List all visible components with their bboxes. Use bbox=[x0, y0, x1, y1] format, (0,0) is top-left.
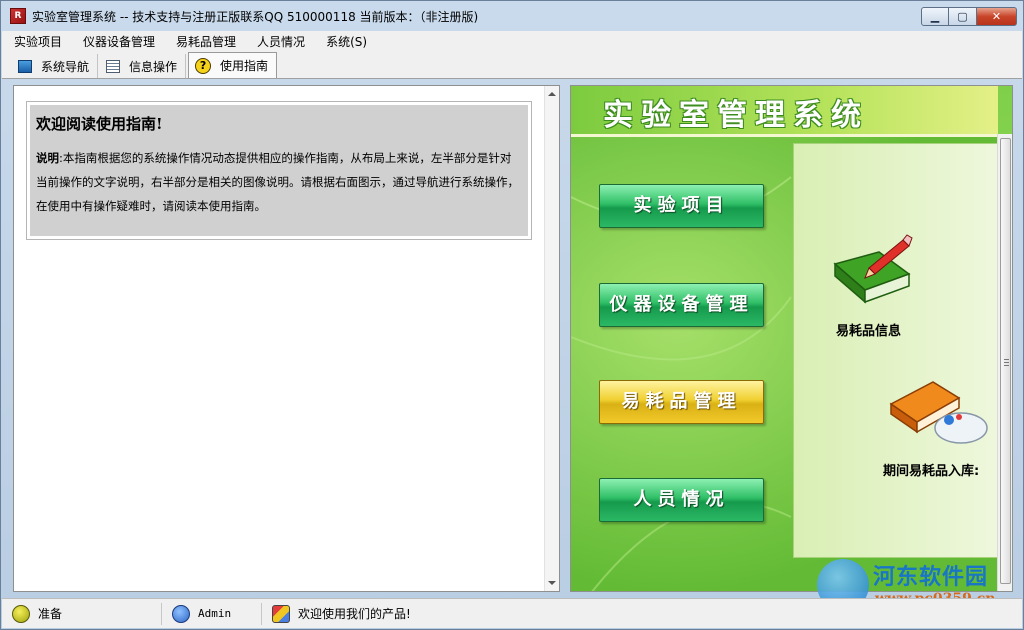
menu-instrument-management[interactable]: 仪器设备管理 bbox=[71, 33, 164, 50]
guide-image-pane: 实验室管理系统 实验项目 仪器设备管理 易耗品管理 人员情况 易耗品信息 期间易… bbox=[570, 85, 1013, 592]
user-icon bbox=[172, 604, 190, 623]
item-label-period-consumables-stock-in[interactable]: 期间易耗品入库: bbox=[883, 460, 979, 479]
status-bar: 准备 Admin 欢迎使用我们的产品! bbox=[2, 598, 1022, 628]
scroll-thumb[interactable] bbox=[1000, 138, 1011, 584]
close-button[interactable]: ✕ bbox=[977, 7, 1017, 26]
minimize-button[interactable]: ▁ bbox=[921, 7, 949, 26]
menu-bar: 实验项目 仪器设备管理 易耗品管理 人员情况 系统(S) bbox=[2, 31, 1022, 51]
user-name: Admin bbox=[198, 607, 232, 620]
tab-info-operations[interactable]: 信息操作 bbox=[100, 54, 187, 78]
menu-consumables-management[interactable]: 易耗品管理 bbox=[164, 33, 245, 50]
nav-button-personnel[interactable]: 人员情况 bbox=[599, 478, 764, 522]
tab-label: 信息操作 bbox=[129, 59, 178, 74]
grip-icon bbox=[1004, 359, 1009, 366]
bulb-icon bbox=[12, 604, 30, 623]
guide-description: 说明:本指南根据您的系统操作情况动态提供相应的操作指南，从布局上来说，左半部分是… bbox=[36, 146, 522, 218]
app-window: R 实验室管理系统 -- 技术支持与注册正版联系QQ 510000118 当前版… bbox=[0, 0, 1024, 630]
window-title: 实验室管理系统 -- 技术支持与注册正版联系QQ 510000118 当前版本：… bbox=[32, 9, 479, 24]
watermark-name: 河东软件园 bbox=[873, 564, 989, 590]
window-controls: ▁ ▢ ✕ bbox=[921, 7, 1017, 26]
nav-button-experiment-projects[interactable]: 实验项目 bbox=[599, 184, 764, 228]
tab-label: 使用指南 bbox=[220, 59, 269, 73]
scroll-down-icon[interactable] bbox=[548, 581, 556, 585]
title-bar: R 实验室管理系统 -- 技术支持与注册正版联系QQ 510000118 当前版… bbox=[1, 1, 1023, 31]
book-pencil-icon[interactable] bbox=[829, 234, 913, 309]
menu-personnel[interactable]: 人员情况 bbox=[245, 33, 314, 50]
toolbar: 系统导航 信息操作 ? 使用指南 bbox=[2, 51, 1022, 79]
guide-label: 说明 bbox=[36, 151, 59, 165]
menu-experiment-projects[interactable]: 实验项目 bbox=[2, 33, 71, 50]
banner: 实验室管理系统 bbox=[571, 86, 998, 134]
guide-box: 欢迎阅读使用指南! 说明:本指南根据您的系统操作情况动态提供相应的操作指南，从布… bbox=[26, 101, 532, 240]
monitor-icon bbox=[18, 59, 32, 73]
guide-content: 欢迎阅读使用指南! 说明:本指南根据您的系统操作情况动态提供相应的操作指南，从布… bbox=[30, 105, 528, 236]
menu-system[interactable]: 系统(S) bbox=[314, 33, 376, 50]
status-user: Admin bbox=[162, 602, 262, 625]
message-text: 欢迎使用我们的产品! bbox=[298, 607, 411, 621]
guide-text: :本指南根据您的系统操作情况动态提供相应的操作指南，从布局上来说，左半部分是针对… bbox=[36, 151, 519, 213]
book-mouse-icon[interactable] bbox=[889, 368, 989, 450]
nav-button-instrument-management[interactable]: 仪器设备管理 bbox=[599, 283, 764, 327]
status-text: 准备 bbox=[38, 607, 63, 621]
product-icon bbox=[272, 604, 290, 623]
status-ready: 准备 bbox=[2, 602, 162, 625]
grid-icon bbox=[106, 59, 121, 73]
left-scrollbar[interactable] bbox=[544, 86, 559, 591]
guide-title: 欢迎阅读使用指南! bbox=[36, 115, 163, 133]
banner-title: 实验室管理系统 bbox=[603, 98, 869, 133]
tab-label: 系统导航 bbox=[41, 59, 90, 74]
nav-button-consumables-management[interactable]: 易耗品管理 bbox=[599, 380, 764, 424]
maximize-button[interactable]: ▢ bbox=[949, 7, 977, 26]
scroll-up-icon[interactable] bbox=[548, 92, 556, 96]
app-icon: R bbox=[10, 8, 26, 24]
items-panel bbox=[793, 143, 998, 558]
help-icon: ? bbox=[195, 57, 212, 74]
status-message: 欢迎使用我们的产品! bbox=[262, 603, 562, 625]
item-label-consumables-info[interactable]: 易耗品信息 bbox=[836, 320, 901, 339]
right-scrollbar[interactable] bbox=[997, 134, 1012, 591]
tab-user-guide[interactable]: ? 使用指南 bbox=[188, 52, 278, 78]
tab-system-navigation[interactable]: 系统导航 bbox=[12, 54, 99, 78]
guide-text-pane: 欢迎阅读使用指南! 说明:本指南根据您的系统操作情况动态提供相应的操作指南，从布… bbox=[13, 85, 560, 592]
